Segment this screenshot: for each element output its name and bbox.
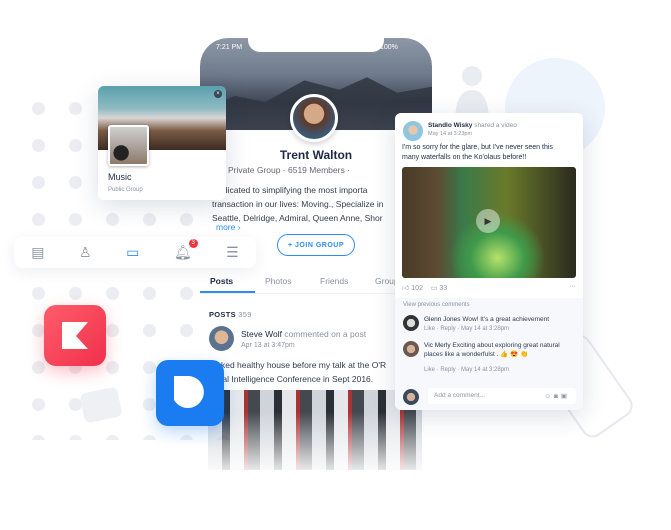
comment-author[interactable]: Glenn Jones (424, 316, 461, 323)
post-image[interactable] (208, 390, 422, 470)
music-group-card[interactable]: × Music Public Group (98, 86, 226, 200)
phone-notch (248, 38, 384, 52)
comment-icon[interactable]: ▭ (431, 285, 438, 292)
post-author-avatar[interactable] (209, 326, 234, 351)
post-text-line: ficial Intelligence Conference in Sept 2… (212, 374, 374, 384)
post-header: Steve Wolf commented on a post (241, 329, 366, 339)
emoji-camera-gif-icons[interactable]: ☺◙▣ (544, 392, 570, 400)
posts-number: 359 (238, 310, 252, 319)
comment-text: Wow! It's a great achievement (462, 316, 550, 323)
comments-section: View previous comments Glenn Jones Wow! … (395, 298, 583, 410)
folder-icon[interactable]: ▭ (126, 244, 139, 261)
profile-avatar[interactable] (290, 94, 338, 142)
comment-count: 33 (439, 285, 448, 292)
add-comment-input[interactable]: Add a comment... ☺◙▣ (428, 388, 576, 404)
post-time: Apr 13 at 3:47pm (241, 342, 295, 349)
group-info: Private Group · 6519 Members · (228, 165, 350, 175)
join-group-button[interactable]: + JOIN GROUP (277, 234, 355, 256)
comment-text: places like a wonderfulst . 👍 😍 👏 (424, 351, 529, 358)
music-subtitle: Public Group (108, 187, 143, 193)
post-text: ecked healthy house before my talk at th… (212, 358, 386, 386)
feed-time: May 14 at 3:23pm (428, 131, 473, 137)
like-icon[interactable]: 👍︎ (402, 285, 409, 292)
feed-actions: 👍︎ 102 ▭ 33 ··· (402, 283, 576, 292)
feed-text-line: many waterfalls on the Ko'olaus before!! (402, 154, 527, 161)
music-thumbnail (108, 125, 149, 166)
add-comment-placeholder: Add a comment... (434, 392, 485, 399)
bottom-nav: ▤ ♙ ▭ 🔔︎ 3 ☰ (14, 237, 256, 268)
post-author[interactable]: Steve Wolf (241, 329, 282, 339)
profile-icon[interactable]: ♙ (79, 244, 92, 261)
feed-text-line: I'm so sorry for the glare, but I've nev… (402, 144, 553, 151)
status-battery: 100% (380, 44, 398, 51)
feed-author[interactable]: Standlo Wisky (428, 122, 472, 129)
feed-header: Standlo Wisky shared a video (428, 122, 517, 129)
view-previous-comments[interactable]: View previous comments (403, 302, 470, 308)
feed-post-card: Standlo Wisky shared a video May 14 at 3… (395, 113, 583, 410)
current-user-avatar (403, 389, 419, 405)
feed-action: shared a video (474, 122, 517, 129)
more-options-icon[interactable]: ··· (569, 283, 576, 290)
feed-text: I'm so sorry for the glare, but I've nev… (402, 143, 553, 163)
comment-meta: Like · Reply · May 14 at 3:28pm (424, 367, 510, 373)
comment: Glenn Jones Wow! It's a great achievemen… (424, 315, 549, 324)
news-feed-icon[interactable]: ▤ (31, 244, 44, 261)
menu-icon[interactable]: ☰ (226, 244, 239, 261)
posts-label: POSTS (209, 310, 236, 319)
comment-meta: Like · Reply · May 14 at 3:28pm (424, 326, 510, 332)
comment-avatar[interactable] (403, 341, 419, 357)
pink-app-icon (44, 305, 106, 366)
post-action: commented on a post (284, 329, 367, 339)
feed-author-avatar[interactable] (403, 121, 423, 141)
post-text-line: ecked healthy house before my talk at th… (212, 360, 387, 370)
video-thumbnail[interactable]: ▶ (402, 167, 576, 278)
notification-badge: 3 (188, 239, 198, 248)
music-title: Music (108, 172, 132, 182)
tab-photos[interactable]: Photos (255, 270, 310, 293)
like-count: 102 (411, 285, 423, 292)
blue-app-icon (156, 360, 224, 426)
play-icon[interactable]: ▶ (476, 209, 500, 233)
bell-icon[interactable]: 🔔︎ 3 (174, 239, 198, 261)
status-time: 7:21 PM (216, 44, 243, 51)
posts-count: POSTS 359 (209, 310, 252, 319)
close-icon[interactable]: × (214, 90, 222, 98)
comment: Vic Merly Exciting about exploring great… (424, 341, 560, 359)
comment-text: Exciting about exploring great natural (452, 342, 560, 349)
tab-friends[interactable]: Friends (310, 270, 365, 293)
comment-author[interactable]: Vic Merly (424, 342, 451, 349)
more-link[interactable]: more › (216, 222, 241, 232)
tab-posts[interactable]: Posts (200, 270, 255, 293)
comment-avatar[interactable] (403, 315, 419, 331)
